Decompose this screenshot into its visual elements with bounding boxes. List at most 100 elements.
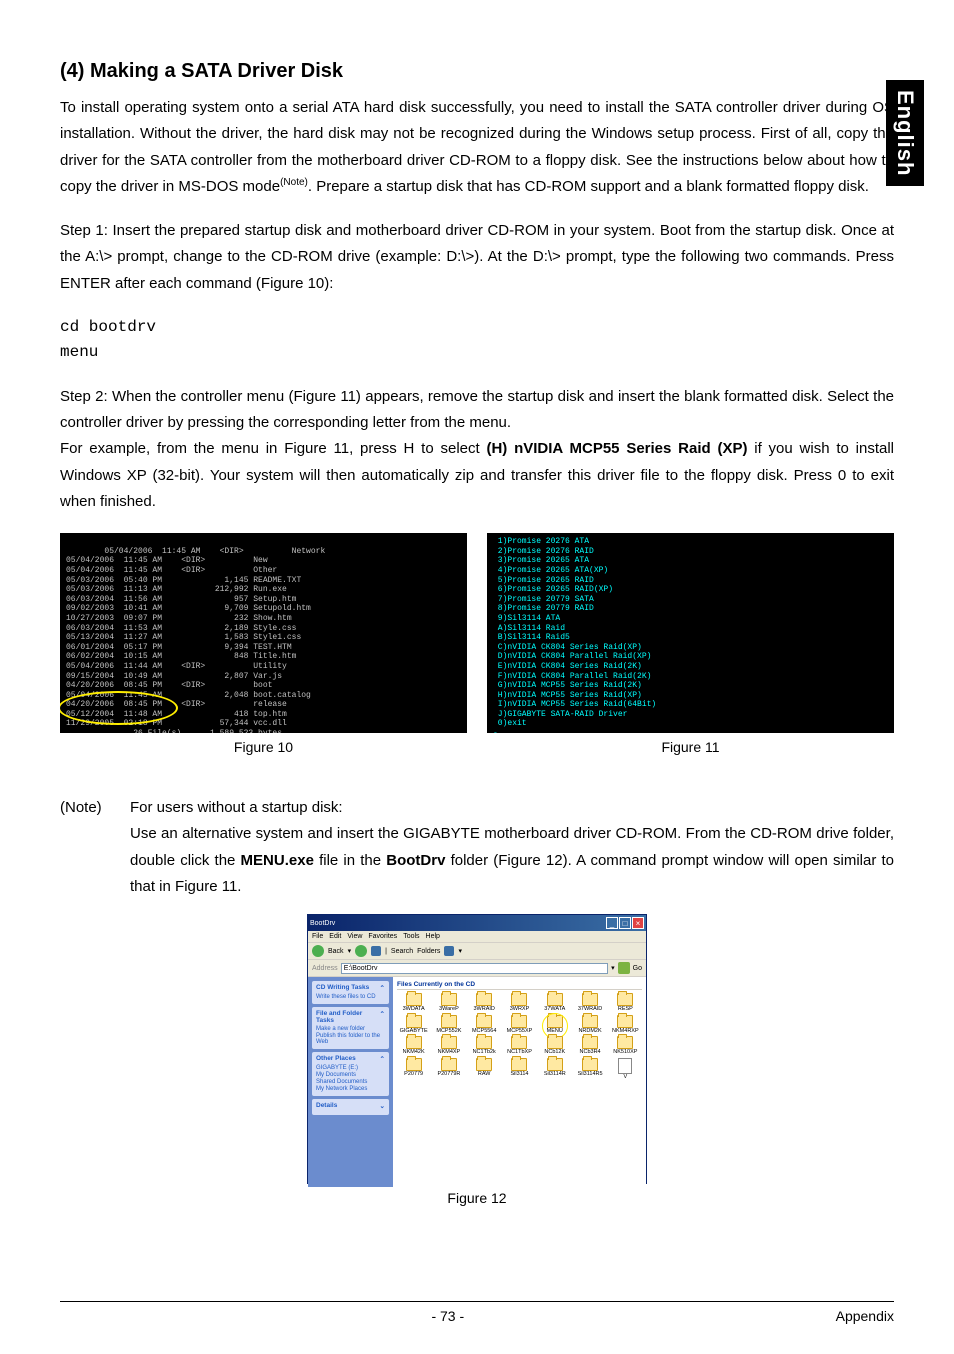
dos-screenshot-fig10: 05/04/2006 11:45 AM <DIR> Network 05/04/… [60,533,467,733]
folder-icon [441,1015,457,1028]
folder-item[interactable]: 37WRAID [573,993,606,1013]
views-icon[interactable] [444,946,454,956]
folder-icon [617,1015,633,1028]
explorer-titlebar: BootDrv _ □ × [308,915,646,931]
cd-tasks-title: CD Writing Tasks [316,984,369,992]
note-label: (Note) [60,795,130,900]
dos-screenshot-fig11: 1)Promise 20276 ATA 2)Promise 20276 RAID… [487,533,894,733]
figure-12: BootDrv _ □ × File Edit View Favorites Tools… [60,914,894,1206]
step2-bold: (H) nVIDIA MCP55 Series Raid (XP) [486,440,747,457]
folder-icon [582,1015,598,1028]
panel-cd-tasks: CD Writing Tasks⌃ Write these files to C… [312,981,389,1004]
folder-item[interactable]: 37WATA [538,993,571,1013]
folder-item[interactable]: NRDM2K [573,1015,606,1035]
panel-other-places: Other Places⌃ GIGABYTE (E:) My Documents… [312,1052,389,1096]
step2-text-a: Step 2: When the controller menu (Figure… [60,388,894,431]
folder-item[interactable]: MCP5564 [468,1015,501,1035]
menu-view[interactable]: View [347,933,362,940]
folder-label: RESP [609,1007,642,1013]
folder-item[interactable]: 3WDATA [397,993,430,1013]
maximize-button[interactable]: □ [619,917,631,929]
op-item4[interactable]: My Network Places [316,1086,385,1092]
op-item3[interactable]: Shared Documents [316,1079,385,1085]
go-icon[interactable] [618,962,630,974]
folder-item[interactable]: NCb3R4 [573,1036,606,1056]
intro-text-b: . Prepare a startup disk that has CD-ROM… [308,178,869,195]
folder-icon [547,1036,563,1049]
address-label: Address [312,965,338,972]
folder-item[interactable]: NKM4RXP [609,1015,642,1035]
back-label[interactable]: Back [328,948,344,955]
menu-help[interactable]: Help [426,933,440,940]
folder-item[interactable]: 3WRAID [468,993,501,1013]
note-block: (Note) For users without a startup disk:… [60,795,894,900]
folder-icon [582,993,598,1006]
folder-item[interactable]: RAW [468,1058,501,1081]
folder-item[interactable]: Sil3114R [538,1058,571,1081]
note-bold1: MENU.exe [241,852,314,869]
menu-edit[interactable]: Edit [329,933,341,940]
folder-label: Sil3114 [503,1072,536,1078]
menu-file[interactable]: File [312,933,323,940]
folder-label: NC1Tb2k [468,1050,501,1056]
minimize-button[interactable]: _ [606,917,618,929]
forward-icon[interactable] [355,945,367,957]
folder-item[interactable]: NCb12K [538,1036,571,1056]
cd-tasks-item[interactable]: Write these files to CD [316,994,385,1000]
folder-item[interactable]: Sil3114R5 [573,1058,606,1081]
folder-item[interactable]: 3WareP [432,993,465,1013]
folder-icon [617,1036,633,1049]
folder-icon [617,993,633,1006]
step2-text-pre: For example, from the menu in Figure 11,… [60,440,486,457]
language-tab: English [886,80,924,186]
folders-label[interactable]: Folders [417,948,440,955]
folder-label: 3WDATA [397,1007,430,1013]
folder-item[interactable]: GIGABYTE [397,1015,430,1035]
ff-item2[interactable]: Publish this folder to the Web [316,1033,385,1045]
up-icon[interactable] [371,946,381,956]
footer-section: Appendix [836,1308,894,1324]
folder-icon [406,993,422,1006]
folder-item[interactable]: Sil3114 [503,1058,536,1081]
page-content: (4) Making a SATA Driver Disk To install… [60,60,894,1206]
folder-icon [511,1058,527,1071]
details-title: Details [316,1102,337,1110]
close-button[interactable]: × [632,917,644,929]
menu-tools[interactable]: Tools [403,933,419,940]
folder-item[interactable]: V [609,1058,642,1081]
figures-row: 05/04/2006 11:45 AM <DIR> Network 05/04/… [60,533,894,755]
folder-icon [547,993,563,1006]
folder-item[interactable]: 3WRXP [503,993,536,1013]
folder-item[interactable]: MCP55XP [503,1015,536,1035]
menu-favorites[interactable]: Favorites [368,933,397,940]
folder-label: NKM4XP [432,1050,465,1056]
op-item1[interactable]: GIGABYTE (E:) [316,1065,385,1071]
folder-label: NCb12K [538,1050,571,1056]
folder-item[interactable]: MCP552K [432,1015,465,1035]
folder-icon [406,1015,422,1028]
address-input[interactable]: E:\BootDrv [341,963,608,974]
folder-item[interactable]: NKM4XP [432,1036,465,1056]
folder-item[interactable]: NC1Tb2k [468,1036,501,1056]
folder-icon [511,1015,527,1028]
ff-item1[interactable]: Make a new folder [316,1026,385,1032]
folder-item[interactable]: NC1TbXP [503,1036,536,1056]
folder-grid: 3WDATA3WareP3WRAID3WRXP37WATA37WRAIDRESP… [397,993,642,1080]
folder-item[interactable]: NK510XP [609,1036,642,1056]
explorer-sidebar: CD Writing Tasks⌃ Write these files to C… [308,977,393,1187]
search-label[interactable]: Search [391,948,413,955]
figure-10: 05/04/2006 11:45 AM <DIR> Network 05/04/… [60,533,467,755]
folder-label: NC1TbXP [503,1050,536,1056]
back-icon[interactable] [312,945,324,957]
note-superscript: (Note) [280,177,308,188]
folder-item[interactable]: MENU [538,1015,571,1035]
panel-file-tasks: File and Folder Tasks⌃ Make a new folder… [312,1007,389,1049]
go-label[interactable]: Go [633,965,642,972]
folder-icon [441,1036,457,1049]
op-item2[interactable]: My Documents [316,1072,385,1078]
folder-icon [476,1036,492,1049]
folder-item[interactable]: P20779 [397,1058,430,1081]
folder-item[interactable]: RESP [609,993,642,1013]
folder-item[interactable]: P20779R [432,1058,465,1081]
folder-item[interactable]: NKM42K [397,1036,430,1056]
